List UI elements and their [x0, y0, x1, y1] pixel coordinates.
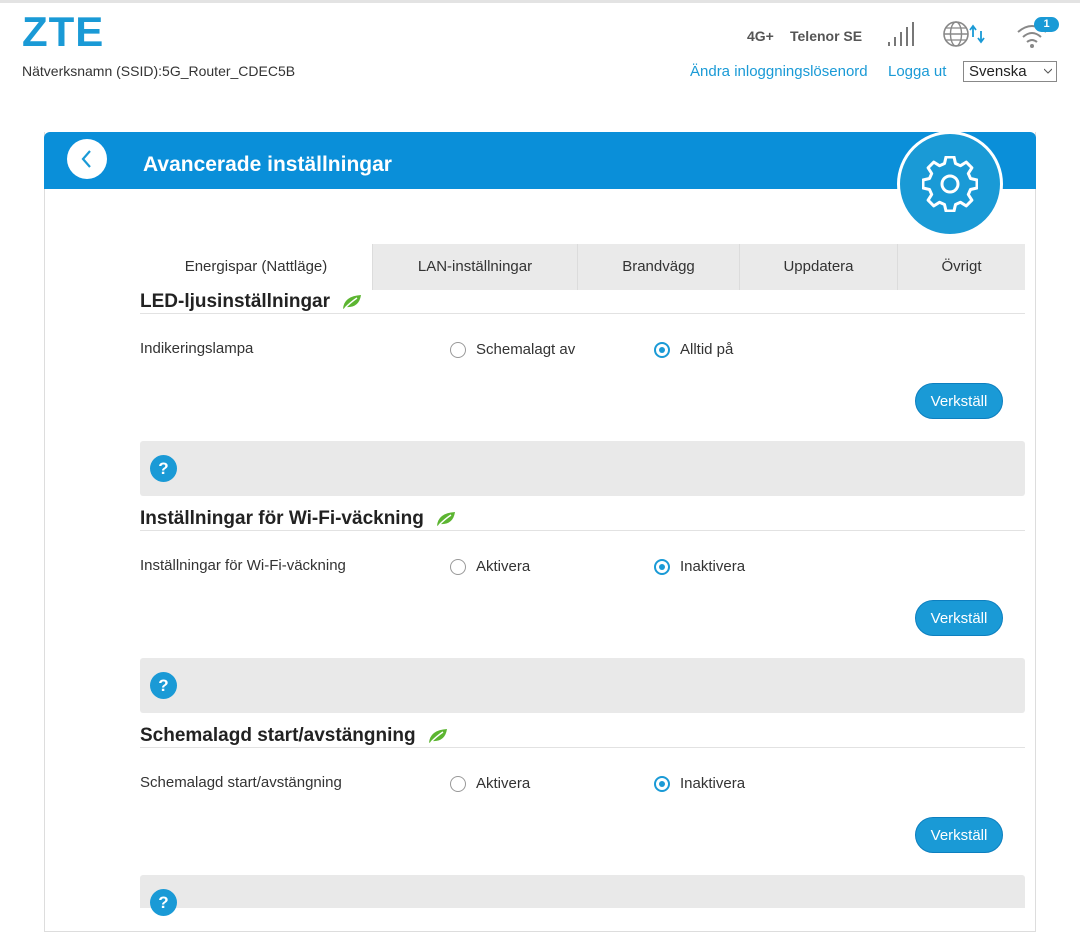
- scheduled-power-label: Schemalagd start/avstängning: [140, 774, 342, 791]
- radio-label-enable: Aktivera: [476, 558, 531, 575]
- section-title-scheduled-power: Schemalagd start/avstängning: [140, 725, 449, 747]
- section-title-wifi-wake: Inställningar för Wi-Fi-väckning: [140, 508, 457, 530]
- help-box-scheduled-power: ?: [140, 875, 1025, 916]
- apply-scheduled-power-button[interactable]: Verkställ: [915, 817, 1003, 853]
- tab-update[interactable]: Uppdatera: [739, 244, 897, 290]
- signal-strength-icon: [888, 22, 914, 46]
- section-divider: [140, 530, 1025, 531]
- help-icon[interactable]: ?: [150, 455, 177, 482]
- section-title-text: LED-ljusinställningar: [140, 291, 331, 312]
- leaf-icon: [437, 511, 456, 526]
- change-password-link[interactable]: Ändra inloggningslösenord: [690, 63, 868, 80]
- section-title-led: LED-ljusinställningar: [140, 291, 363, 313]
- settings-badge: [897, 131, 1003, 237]
- help-box-wifi-wake: ?: [140, 658, 1025, 713]
- radio-label-disable: Inaktivera: [680, 775, 746, 792]
- tab-firewall[interactable]: Brandvägg: [577, 244, 739, 290]
- back-button[interactable]: [67, 139, 107, 179]
- radio-label-disable: Inaktivera: [680, 558, 746, 575]
- section-divider: [140, 747, 1025, 748]
- logout-link[interactable]: Logga ut: [888, 63, 946, 80]
- language-select-value: Svenska: [969, 63, 1027, 80]
- ssid-label: Nätverksnamn (SSID):5G_Router_CDEC5B: [22, 63, 296, 79]
- carrier-name: Telenor SE: [790, 28, 863, 44]
- radio-wifi-wake-disable[interactable]: [654, 559, 670, 575]
- language-select[interactable]: Svenska: [963, 61, 1057, 82]
- radio-led-scheduled-off[interactable]: [450, 342, 466, 358]
- section-title-text: Inställningar för Wi-Fi-väckning: [140, 508, 424, 529]
- radio-label-enable: Aktivera: [476, 775, 531, 792]
- radio-label-always-on: Alltid på: [680, 341, 734, 358]
- top-border: [0, 0, 1080, 3]
- chevron-down-icon: [1044, 68, 1052, 74]
- leaf-icon: [428, 728, 447, 743]
- internet-globe-icon: [943, 21, 985, 47]
- section-divider: [140, 313, 1025, 314]
- tab-other[interactable]: Övrigt: [897, 244, 1025, 290]
- tab-energy-saving[interactable]: Energispar (Nattläge): [140, 244, 372, 290]
- radio-led-always-on[interactable]: [654, 342, 670, 358]
- radio-wifi-wake-enable[interactable]: [450, 559, 466, 575]
- leaf-icon: [343, 294, 362, 309]
- section-title-text: Schemalagd start/avstängning: [140, 725, 416, 746]
- chevron-left-icon: [81, 150, 91, 168]
- apply-wifi-wake-button[interactable]: Verkställ: [915, 600, 1003, 636]
- help-icon[interactable]: ?: [150, 672, 177, 699]
- page-title: Avancerade inställningar: [143, 153, 392, 176]
- gear-icon: [922, 156, 978, 212]
- help-box-led: ?: [140, 441, 1025, 496]
- wifi-client-count-badge: 1: [1034, 17, 1059, 32]
- radio-label-scheduled-off: Schemalagt av: [476, 341, 576, 358]
- help-icon[interactable]: ?: [150, 889, 177, 916]
- settings-tabs: Energispar (Nattläge) LAN-inställningar …: [140, 244, 1025, 290]
- zte-logo: ZTE: [22, 8, 105, 55]
- radio-scheduled-power-enable[interactable]: [450, 776, 466, 792]
- apply-led-button[interactable]: Verkställ: [915, 383, 1003, 419]
- radio-scheduled-power-disable[interactable]: [654, 776, 670, 792]
- wifi-wake-label: Inställningar för Wi-Fi-väckning: [140, 557, 346, 574]
- indicator-lamp-label: Indikeringslampa: [140, 340, 254, 357]
- tab-lan-settings[interactable]: LAN-inställningar: [372, 244, 577, 290]
- network-type: 4G+: [747, 28, 774, 44]
